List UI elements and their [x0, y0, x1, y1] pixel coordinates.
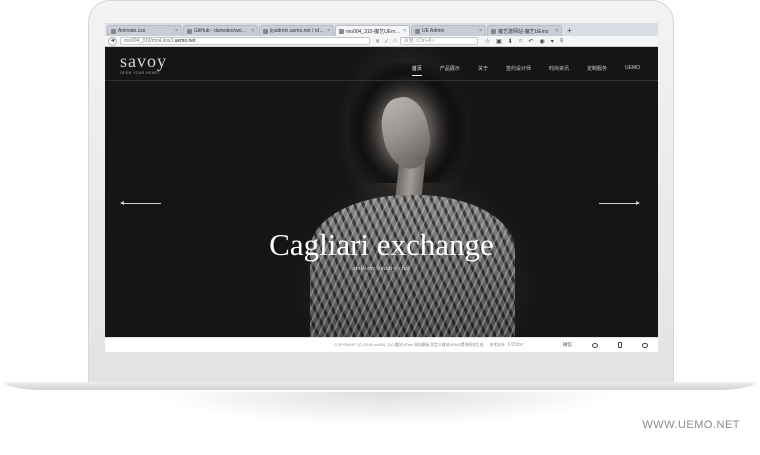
nav-products[interactable]: 产品展示: [440, 65, 460, 72]
favicon-icon: [263, 28, 268, 34]
nav-custom[interactable]: 定制服务: [587, 65, 607, 72]
footer-tech-label: 技术支持: [489, 342, 505, 347]
tab-label: mo004_310-魔艺UEmo 网站...: [346, 28, 401, 35]
footer-weibo[interactable]: [592, 342, 598, 348]
browser-tabbar: Animate.css × GitHub - daneden/anim... × j…: [105, 23, 658, 36]
close-icon[interactable]: ×: [479, 28, 482, 34]
site-nav: 首页 产品展示 关于 签约设计师 时尚资讯 定制服务 UEMO: [411, 65, 640, 76]
footer-chat[interactable]: [642, 342, 648, 348]
search-input[interactable]: 百度 <Ctrl+K>: [399, 37, 478, 45]
clipboard-icon[interactable]: ▣: [496, 38, 502, 45]
close-icon[interactable]: ×: [403, 28, 406, 34]
chat-bubble-icon[interactable]: ◉: [539, 38, 544, 45]
dropdown-icon[interactable]: ▾: [551, 38, 554, 45]
tab-label: Animate.css: [118, 28, 146, 34]
site-footer: COPYRIGHT (©) 2016 mo004_310-魔艺UEmo 网站模板…: [105, 337, 658, 352]
stop-icon[interactable]: ✕: [375, 38, 380, 45]
browser-tab[interactable]: Animate.css ×: [107, 25, 182, 36]
laptop-shadow: [150, 392, 620, 426]
tab-label: UE Admin: [422, 28, 445, 34]
weibo-icon: [592, 342, 598, 348]
favicon-icon: [339, 28, 344, 34]
site-logo-tagline: OPEN YOUR HEART: [120, 71, 160, 75]
tab-label: GitHub - daneden/anim...: [194, 28, 250, 34]
new-tab-button[interactable]: +: [563, 25, 576, 36]
menu-icon[interactable]: ≡: [560, 38, 564, 45]
browser-tab[interactable]: GitHub - daneden/anim... ×: [183, 25, 258, 36]
phone-icon: [618, 342, 622, 348]
home-icon[interactable]: ⌂: [519, 38, 523, 45]
wechat-label: 微信: [563, 342, 572, 347]
browser-tab[interactable]: 魔艺建网站-魔艺UEmo ×: [487, 25, 562, 36]
footer-phone[interactable]: [618, 342, 622, 348]
watermark: WWW.UEMO.NET: [642, 419, 740, 431]
close-icon[interactable]: ×: [251, 28, 254, 34]
chat-icon: [642, 342, 648, 348]
favicon-icon: [415, 28, 420, 34]
nav-about[interactable]: 关于: [478, 65, 488, 72]
url-host: uemo.net: [174, 38, 196, 44]
browser-toolbar: ◄ mo004_310/mo4.lins3. uemo.net ✕ ✓ ⌂ 百度 …: [105, 36, 658, 47]
nav-uemo[interactable]: UEMO: [625, 65, 640, 72]
toolbar-icons: ☆ ▣ ⬇ ⌂ ↶ ◉ ▾ ≡: [485, 38, 564, 45]
nav-news[interactable]: 时尚资讯: [549, 65, 569, 72]
slide-subtitle: ambient beauty club: [352, 266, 411, 272]
laptop-screen: Animate.css × GitHub - daneden/anim... × j…: [105, 23, 658, 352]
browser-tab[interactable]: UE Admin ×: [411, 25, 486, 36]
favicon-icon: [111, 28, 116, 34]
nav-home[interactable]: 首页: [411, 65, 422, 76]
slider-prev-arrow-icon[interactable]: [120, 201, 161, 205]
nav-designers[interactable]: 签约设计师: [506, 65, 531, 72]
site-logo[interactable]: savoy: [120, 52, 167, 70]
footer-copyright: COPYRIGHT (©) 2016 mo004_310-魔艺UEmo 网站模板…: [334, 342, 484, 347]
browser-tab[interactable]: jiyadmin.uemo.net / rds... ×: [259, 25, 334, 36]
address-tools: ✕ ✓ ⌂: [375, 38, 397, 45]
site-header: savoy OPEN YOUR HEART 首页 产品展示 关于 签约设计师 时…: [105, 47, 658, 81]
browser-tab-active[interactable]: mo004_310-魔艺UEmo 网站...×: [335, 25, 410, 36]
favicon-icon: [491, 28, 496, 34]
download-icon[interactable]: ⬇: [508, 38, 513, 45]
laptop-base: [4, 382, 756, 390]
check-icon[interactable]: ✓: [384, 38, 389, 45]
close-icon[interactable]: ×: [327, 28, 330, 34]
address-bar[interactable]: mo004_310/mo4.lins3. uemo.net: [120, 37, 370, 45]
tab-label: 魔艺建网站-魔艺UEmo: [498, 28, 549, 35]
hero-slide: [105, 47, 658, 340]
url-prefix: mo004_310/mo4.lins3.: [124, 38, 175, 44]
back-button[interactable]: ◄: [108, 36, 117, 46]
footer-wechat[interactable]: 微信: [563, 342, 572, 348]
website: savoy OPEN YOUR HEART 首页 产品展示 关于 签约设计师 时…: [105, 47, 658, 352]
close-icon[interactable]: ×: [175, 28, 178, 34]
showcase-stage: WWW.UEMO.NET Animate.css × GitHub - daned…: [0, 0, 760, 455]
home-small-icon[interactable]: ⌂: [393, 38, 397, 45]
tab-label: jiyadmin.uemo.net / rds...: [270, 28, 326, 34]
footer-uemo-logo[interactable]: UEmo: [508, 342, 523, 348]
slider-next-arrow-icon[interactable]: [599, 201, 640, 205]
github-icon: [187, 28, 192, 34]
slide-title: Cagliari exchange: [269, 227, 494, 262]
undo-icon[interactable]: ↶: [528, 38, 533, 45]
star-icon[interactable]: ☆: [485, 38, 490, 45]
close-icon[interactable]: ×: [555, 28, 558, 34]
